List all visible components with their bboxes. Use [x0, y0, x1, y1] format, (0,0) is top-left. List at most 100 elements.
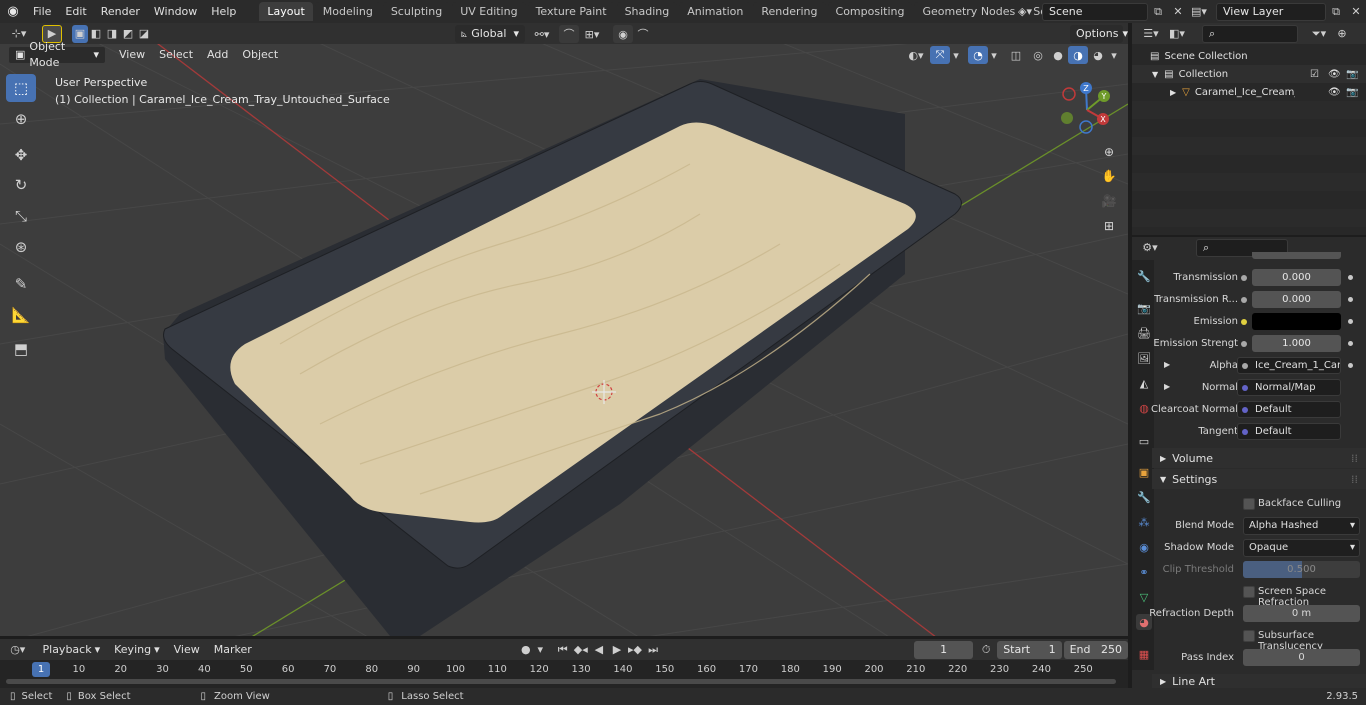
keyframe-dot-icon[interactable] [1348, 319, 1353, 324]
new-view-layer-icon[interactable]: ⧉ [1326, 3, 1346, 21]
alpha-link-field[interactable]: Ice_Cream_1_Cara... [1237, 357, 1341, 374]
snap-toggle-icon[interactable]: ⌒ [559, 25, 579, 43]
next-keyframe-icon[interactable]: ▸◆ [626, 641, 644, 659]
outliner-editor-icon[interactable]: ☰▾ [1138, 25, 1164, 43]
timeline-scrollbar[interactable] [6, 679, 1116, 684]
tangent-field[interactable]: Default [1237, 423, 1341, 440]
play-reverse-icon[interactable]: ◀ [590, 641, 608, 659]
tab-layout[interactable]: Layout [259, 2, 313, 21]
object-mode-select[interactable]: ▣ Object Mode ▾ [8, 40, 106, 69]
object-tab-icon[interactable]: ▣ [1136, 464, 1152, 480]
render-tab-icon[interactable]: 📷 [1136, 300, 1152, 316]
3d-viewport[interactable] [0, 44, 1128, 636]
falloff-icon[interactable]: ⌒ [633, 25, 653, 43]
exclude-checkbox-icon[interactable]: ☑ [1310, 69, 1319, 80]
view-layer-tab-icon[interactable]: 🖼 [1136, 350, 1152, 366]
wireframe-shading-icon[interactable]: ◎ [1028, 46, 1048, 64]
tab-compositing[interactable]: Compositing [827, 2, 913, 21]
keying-set-icon[interactable]: ▾ [535, 641, 546, 659]
eye-icon[interactable]: 👁 [1328, 69, 1341, 80]
snap-target-icon[interactable]: ⊞▾ [579, 25, 605, 43]
expand-arrow-icon[interactable]: ▶ [1164, 360, 1170, 369]
measure-tool[interactable]: 📐 [6, 301, 36, 329]
menu-file[interactable]: File [26, 0, 58, 23]
tab-rendering[interactable]: Rendering [753, 2, 826, 21]
new-collection-icon[interactable]: ⊕ [1332, 25, 1352, 43]
view-layer-icon[interactable]: ▤▾ [1186, 3, 1212, 21]
timeline-menu-keying[interactable]: Keying ▾ [107, 641, 166, 659]
options-button[interactable]: Options ▾ [1070, 25, 1128, 43]
xray-toggle-icon[interactable]: ◫ [1006, 46, 1026, 64]
viewport-menu-view[interactable]: View [112, 46, 152, 64]
expand-arrow-icon[interactable]: ▶ [1170, 88, 1176, 97]
solid-shading-icon[interactable]: ● [1048, 46, 1068, 64]
transmission-roughness-field[interactable]: 0.000 [1252, 291, 1341, 308]
viewport-menu-select[interactable]: Select [152, 46, 200, 64]
emission-color-swatch[interactable] [1252, 313, 1341, 330]
keyframe-dot-icon[interactable] [1348, 363, 1353, 368]
drag-handle-icon[interactable]: ⁞⁞ [1351, 473, 1358, 486]
camera-icon[interactable]: 📷 [1346, 87, 1358, 98]
timeline-menu-marker[interactable]: Marker [207, 641, 259, 659]
tab-texture-paint[interactable]: Texture Paint [527, 2, 615, 21]
scene-icon[interactable]: ◈▾ [1012, 3, 1038, 21]
expand-arrow-icon[interactable]: ▶ [1164, 382, 1170, 391]
outliner-collection[interactable]: ▼ ▤ Collection ☑ 👁 📷 [1132, 65, 1366, 83]
delete-scene-icon[interactable]: ✕ [1168, 3, 1188, 21]
timeline-editor-icon[interactable]: ◷▾ [6, 641, 30, 659]
navigation-gizmo[interactable]: Z Y X [1057, 80, 1117, 140]
menu-edit[interactable]: Edit [58, 0, 93, 23]
viewport-menu-object[interactable]: Object [235, 46, 285, 64]
backface-culling-checkbox[interactable] [1243, 498, 1255, 510]
data-tab-icon[interactable]: ▽ [1136, 589, 1152, 605]
transmission-field[interactable]: 0.000 [1252, 269, 1341, 286]
expand-arrow-icon[interactable]: ▼ [1152, 70, 1158, 79]
tab-shading[interactable]: Shading [616, 2, 678, 21]
pivot-point-icon[interactable]: ⚯▾ [529, 25, 555, 43]
play-icon[interactable]: ▶ [608, 641, 626, 659]
menu-help[interactable]: Help [204, 0, 243, 23]
refraction-depth-field[interactable]: 0 m [1243, 605, 1360, 622]
select-invert-icon[interactable]: ◩ [120, 25, 136, 43]
scene-tab-icon[interactable]: ◭ [1136, 375, 1152, 391]
tool-tab-icon[interactable]: 🔧 [1136, 268, 1152, 284]
zoom-icon[interactable]: ⊕ [1098, 141, 1120, 163]
tab-sculpting[interactable]: Sculpting [382, 2, 451, 21]
outliner-search-input[interactable]: ⌕ [1202, 24, 1298, 43]
collection-tab-icon[interactable]: ▭ [1136, 433, 1152, 449]
rotate-tool[interactable]: ↻ [6, 171, 36, 199]
world-tab-icon[interactable]: ◍ [1136, 400, 1152, 416]
material-preview-icon[interactable]: ◑ [1068, 46, 1088, 64]
eye-icon[interactable]: 👁 [1328, 87, 1341, 98]
select-intersect-icon[interactable]: ◪ [136, 25, 152, 43]
blend-mode-select[interactable]: Alpha Hashed ▾ [1243, 517, 1360, 535]
perspective-toggle-icon[interactable]: ⊞ [1098, 215, 1120, 237]
end-frame-field[interactable]: End 250 [1063, 640, 1129, 659]
annotate-tool[interactable]: ✎ [6, 270, 36, 298]
editor-type-icon[interactable]: ⊹▾ [6, 25, 32, 43]
clip-threshold-slider[interactable]: 0.500 [1243, 561, 1360, 578]
menu-window[interactable]: Window [147, 0, 204, 23]
shadow-mode-select[interactable]: Opaque ▾ [1243, 539, 1360, 557]
transform-tool[interactable]: ⊛ [6, 233, 36, 261]
emission-strength-field[interactable]: 1.000 [1252, 335, 1341, 352]
normal-link-field[interactable]: Normal/Map [1237, 379, 1341, 396]
subsurface-checkbox[interactable] [1243, 630, 1255, 642]
gizmo-toggle-icon[interactable]: ⤧ [930, 46, 950, 64]
particles-tab-icon[interactable]: ⁂ [1136, 514, 1152, 530]
move-tool[interactable]: ✥ [6, 141, 36, 169]
scale-tool[interactable]: ⤡ [6, 202, 36, 230]
timeline-menu-view[interactable]: View [167, 641, 207, 659]
outliner-object[interactable]: ▶ ▽ Caramel_Ice_Cream_Tray 👁 📷 [1132, 83, 1366, 101]
camera-view-icon[interactable]: 🎥 [1098, 190, 1120, 212]
transform-orientation-select[interactable]: ⦝ Global ▾ [455, 25, 525, 43]
display-mode-icon[interactable]: ◧▾ [1164, 25, 1190, 43]
camera-icon[interactable]: 📷 [1346, 69, 1358, 80]
shading-dropdown-icon[interactable]: ▾ [1108, 46, 1120, 64]
select-box-tool[interactable]: ⬚ [6, 74, 36, 102]
visibility-icon[interactable]: ◐▾ [902, 46, 930, 64]
menu-render[interactable]: Render [94, 0, 147, 23]
keyframe-dot-icon[interactable] [1348, 297, 1353, 302]
volume-section-header[interactable]: ▶ Volume ⁞⁞ [1152, 448, 1366, 468]
output-tab-icon[interactable]: 🖨 [1136, 325, 1152, 341]
